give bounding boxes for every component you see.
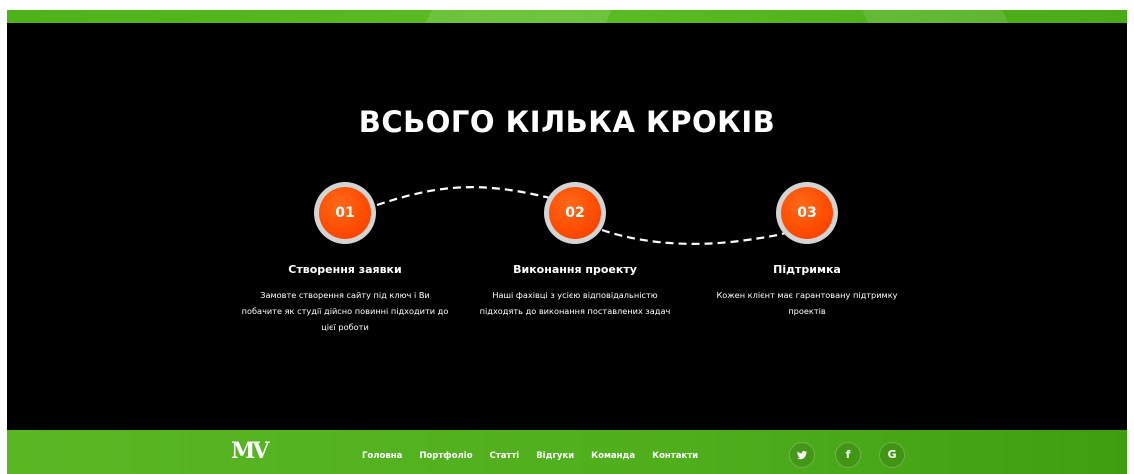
step-number: 03 bbox=[781, 187, 833, 239]
description-line: Замовте створення сайту під ключ і Ви bbox=[260, 290, 430, 300]
twitter-glyph bbox=[797, 450, 808, 460]
step-number: 01 bbox=[319, 187, 371, 239]
step-title: Підтримка bbox=[773, 263, 841, 276]
description-line: Наші фахівці з усією відповідальністю bbox=[492, 290, 658, 300]
description-line: побачите як студії дійсно повинні підход… bbox=[241, 306, 449, 316]
nav-link-home[interactable]: Головна bbox=[362, 451, 402, 461]
step-number-circle: 03 bbox=[776, 182, 838, 244]
step-number: 02 bbox=[549, 187, 601, 239]
step-title: Виконання проекту bbox=[513, 263, 637, 276]
nav-link-portfolio[interactable]: Портфоліо bbox=[419, 451, 472, 461]
step-title: Створення заявки bbox=[288, 263, 402, 276]
nav-link-contacts[interactable]: Контакти bbox=[652, 451, 698, 461]
description-line: Кожен клієнт має гарантовану підтримку bbox=[716, 290, 898, 300]
facebook-icon[interactable]: f bbox=[835, 442, 861, 468]
connector-path bbox=[601, 226, 798, 245]
description-line: цієї роботи bbox=[321, 322, 369, 332]
step-description: Наші фахівці з усією відповідальністю пі… bbox=[465, 287, 685, 319]
logo[interactable]: MV bbox=[231, 438, 269, 464]
nav-link-team[interactable]: Команда bbox=[591, 451, 635, 461]
description-line: проектів bbox=[788, 306, 826, 316]
step-number-circle: 01 bbox=[314, 182, 376, 244]
nav-link-articles[interactable]: Статті bbox=[490, 451, 520, 461]
nav-link-reviews[interactable]: Відгуки bbox=[536, 451, 574, 461]
twitter-icon[interactable] bbox=[789, 442, 815, 468]
step-description: Кожен клієнт має гарантовану підтримку п… bbox=[697, 287, 917, 319]
step-description: Замовте створення сайту під ключ і Ви по… bbox=[235, 287, 455, 335]
step-number-circle: 02 bbox=[544, 182, 606, 244]
footer-nav: Головна Портфоліо Статті Відгуки Команда… bbox=[362, 451, 715, 461]
footer: MV Головна Портфоліо Статті Відгуки Кома… bbox=[7, 430, 1127, 474]
page: ВСЬОГО КІЛЬКА КРОКІВ 01 Створення заявки… bbox=[7, 10, 1127, 474]
description-line: підходять до виконання поставлених задач bbox=[479, 306, 671, 316]
google-icon[interactable]: G bbox=[879, 442, 905, 468]
